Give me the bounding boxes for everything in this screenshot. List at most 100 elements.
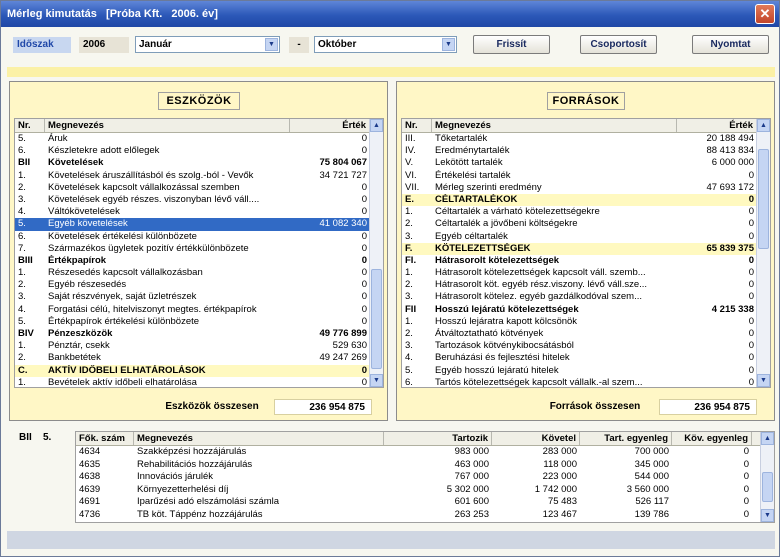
table-row[interactable]: 1. Hátrasorolt kötelezettségek kapcsolt v… (402, 267, 770, 279)
table-row[interactable]: IV. Eredménytartalék 88 413 834 (402, 145, 770, 157)
cell-nr: BIV (18, 328, 34, 339)
cell-value: 0 (361, 181, 367, 193)
table-row[interactable]: 2. Hátrasorolt köt. egyéb rész.viszony. l… (402, 279, 770, 291)
detail-cell: 3 560 000 (626, 483, 669, 495)
col-name[interactable]: Megnevezés (432, 119, 677, 132)
scroll-down-icon[interactable]: ▼ (761, 509, 774, 522)
table-row[interactable]: 3. Tartozások kötvénykibocsátásból 0 (402, 340, 770, 352)
table-row[interactable]: 4635 Rehabilitációs hozzájárulás 463 000 11… (76, 459, 774, 472)
chevron-down-icon[interactable]: ▼ (265, 38, 278, 51)
table-row[interactable]: 4. Beruházási és fejlesztési hitelek 0 (402, 352, 770, 364)
table-row[interactable]: 5. Egyéb hosszú lejáratú hitelek 0 (402, 365, 770, 377)
detail-cell: 123 467 (542, 508, 577, 520)
table-row[interactable]: III. Tőketartalék 20 188 494 (402, 133, 770, 145)
table-row[interactable]: 3. Saját részvények, saját üzletrészek 0 (15, 291, 383, 303)
close-icon[interactable]: ✕ (755, 4, 775, 24)
table-row[interactable]: 2. Átváltoztatható kötvények 0 (402, 328, 770, 340)
table-row[interactable]: 4. Forgatási célú, hitelviszonyt megtes. … (15, 304, 383, 316)
table-row[interactable]: 2. Követelések kapcsolt vállalkozással sz… (15, 182, 383, 194)
table-row[interactable]: 5. Értékpapírok értékelési különbözete 0 (15, 316, 383, 328)
assets-scrollbar[interactable]: ▲ ▼ (369, 119, 383, 387)
table-row[interactable]: 1. Követelések áruszállításból és szolg.-… (15, 170, 383, 182)
cell-nr: 2. (18, 181, 26, 193)
print-button[interactable]: Nyomtat (692, 35, 769, 54)
cell-value: 65 839 375 (706, 242, 754, 254)
table-row[interactable]: FII Hosszú lejáratú kötelezettségek 4 215 … (402, 304, 770, 316)
table-row[interactable]: 2. Bankbetétek 49 247 269 (15, 352, 383, 364)
group-button[interactable]: Csoportosít (580, 35, 657, 54)
table-row[interactable]: 4736 TB köt. Táppénz hozzájárulás 263 253 1… (76, 509, 774, 522)
table-row[interactable]: BII Követelések 75 804 067 (15, 157, 383, 169)
table-row[interactable]: VII. Mérleg szerinti eredmény 47 693 172 (402, 182, 770, 194)
cell-name: Bevételek aktív időbeli elhatárolása (48, 376, 197, 388)
detail-col-header[interactable]: Fők. szám (76, 432, 134, 445)
scroll-up-icon[interactable]: ▲ (370, 119, 383, 132)
cell-nr: 2. (18, 279, 26, 291)
table-row[interactable]: 4634 Szakképzési hozzájárulás 983 000 283 0… (76, 446, 774, 459)
table-row[interactable]: 2. Céltartalék a jövőbeni költségekre 0 (402, 218, 770, 230)
detail-section-code: BII (19, 432, 32, 443)
table-row[interactable]: 6. Tartós kötelezettségek kapcsolt vállal… (402, 377, 770, 387)
table-row[interactable]: 5. Áruk 0 (15, 133, 383, 145)
table-row[interactable]: 1. Pénztár, csekk 529 630 (15, 340, 383, 352)
col-nr[interactable]: Nr. (402, 119, 432, 132)
table-row[interactable]: 4639 Környezetterhelési díj 5 302 000 1 742… (76, 484, 774, 497)
scroll-down-icon[interactable]: ▼ (757, 374, 770, 387)
detail-col-header[interactable]: Köv. egyenleg (672, 432, 752, 445)
table-row[interactable]: FI. Hátrasorolt kötelezettségek 0 (402, 255, 770, 267)
refresh-button[interactable]: Frissít (473, 35, 550, 54)
detail-col-header[interactable]: Tart. egyenleg (580, 432, 672, 445)
table-row[interactable]: 2. Egyéb részesedés 0 (15, 279, 383, 291)
table-row[interactable]: F. KÖTELEZETTSÉGEK 65 839 375 (402, 242, 770, 255)
detail-col-header[interactable]: Megnevezés (134, 432, 384, 445)
to-month-select[interactable]: Október ▼ (314, 36, 457, 53)
scroll-up-icon[interactable]: ▲ (761, 432, 774, 445)
detail-col-header[interactable]: Tartozik (384, 432, 492, 445)
scroll-thumb[interactable] (762, 472, 773, 502)
table-row[interactable]: 3. Követelések egyéb részes. viszonyban l… (15, 194, 383, 206)
table-row[interactable]: BIV Pénzeszközök 49 776 899 (15, 328, 383, 340)
table-row[interactable]: 6. Követelések értékelési különbözete 0 (15, 231, 383, 243)
detail-grid[interactable]: Fők. szám Megnevezés Tartozik Követel Tart. … (75, 431, 775, 523)
scroll-thumb[interactable] (758, 149, 769, 249)
cell-value: 4 215 338 (711, 303, 754, 315)
col-value[interactable]: Érték (677, 119, 757, 132)
scroll-thumb[interactable] (371, 269, 382, 369)
liabilities-grid[interactable]: Nr. Megnevezés Érték III. Tőketartalék 20 … (401, 118, 771, 388)
table-row[interactable]: 3. Egyéb céltartalék 0 (402, 231, 770, 243)
table-row[interactable]: 6. Készletekre adott előlegek 0 (15, 145, 383, 157)
table-row[interactable]: BIII Értékpapírok 0 (15, 255, 383, 267)
from-month-select[interactable]: Január ▼ (135, 36, 280, 53)
scroll-down-icon[interactable]: ▼ (370, 374, 383, 387)
cell-nr: 6. (18, 145, 26, 157)
table-row[interactable]: 1. Céltartalék a várható kötelezettségekr… (402, 206, 770, 218)
assets-grid[interactable]: Nr. Megnevezés Érték 5. Áruk 0 6. Készletekr… (14, 118, 384, 388)
col-value[interactable]: Érték (290, 119, 370, 132)
detail-cell: 983 000 (454, 446, 489, 457)
table-row[interactable]: 1. Hosszú lejáratra kapott kölcsönök 0 (402, 316, 770, 328)
table-row[interactable]: V. Lekötött tartalék 6 000 000 (402, 157, 770, 169)
col-nr[interactable]: Nr. (15, 119, 45, 132)
table-row[interactable]: 4. Váltókövetelések 0 (15, 206, 383, 218)
liabilities-scrollbar[interactable]: ▲ ▼ (756, 119, 770, 387)
cell-nr: 5. (18, 133, 26, 144)
chevron-down-icon[interactable]: ▼ (442, 38, 455, 51)
table-row[interactable]: 1. Bevételek aktív időbeli elhatárolása 0 (15, 376, 383, 388)
table-row[interactable]: 7. Származékos ügyletek pozitív értékkülö… (15, 243, 383, 255)
table-row[interactable]: 4691 Iparűzési adó elszámolási számla 601 … (76, 496, 774, 509)
col-name[interactable]: Megnevezés (45, 119, 290, 132)
detail-cell: 4736 (79, 508, 101, 520)
cell-value: 529 630 (332, 340, 367, 352)
table-row[interactable]: E. CÉLTARTALÉKOK 0 (402, 193, 770, 207)
scroll-up-icon[interactable]: ▲ (757, 119, 770, 132)
table-row[interactable]: 1. Részesedés kapcsolt vállalkozásban 0 (15, 267, 383, 279)
period-label: Időszak (13, 37, 71, 53)
table-row[interactable]: VI. Értékelési tartalék 0 (402, 170, 770, 182)
year-field[interactable]: 2006 (79, 37, 129, 53)
detail-scrollbar[interactable]: ▲ ▼ (760, 432, 774, 522)
table-row[interactable]: 4638 Innovációs járulék 767 000 223 000 544 … (76, 471, 774, 484)
table-row[interactable]: C. AKTÍV IDŐBELI ELHATÁROLÁSOK 0 (15, 364, 383, 377)
table-row[interactable]: 5. Egyéb követelések 41 082 340 (15, 218, 383, 231)
detail-col-header[interactable]: Követel (492, 432, 580, 445)
table-row[interactable]: 3. Hátrasorolt kötelez. egyéb gazdálkodóv… (402, 291, 770, 303)
